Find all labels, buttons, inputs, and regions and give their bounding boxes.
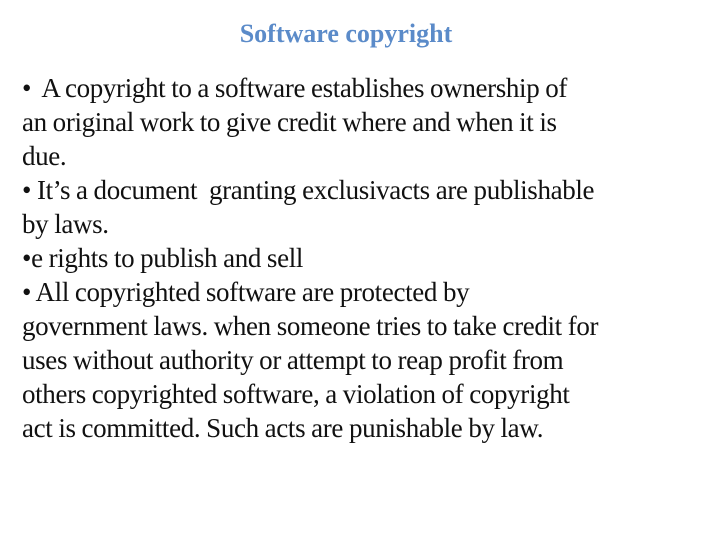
bullet-1-line-1: • A copyright to a software establishes … bbox=[22, 73, 568, 103]
bullet-1-line-2: an original work to give credit where an… bbox=[22, 107, 557, 137]
slide-title: Software copyright bbox=[239, 19, 453, 48]
slide: Software copyright • A copyright to a so… bbox=[0, 0, 720, 540]
bullet-4-line-1: • All copyrighted software are protected… bbox=[22, 277, 470, 307]
bullet-4-line-5: act is committed. Such acts are punishab… bbox=[22, 413, 544, 443]
bullet-4-line-4: others copyrighted software, a violation… bbox=[22, 379, 570, 409]
bullet-2-line-2: by laws. bbox=[22, 209, 109, 239]
bullet-2-line-1: • It’s a document granting exclusivacts … bbox=[22, 175, 595, 205]
bullet-3-line-1: •e rights to publish and sell bbox=[22, 243, 304, 273]
bullet-1-line-3: due. bbox=[22, 141, 67, 171]
bullet-4-line-2: government laws. when someone tries to t… bbox=[22, 311, 599, 341]
bullet-4-line-3: uses without authority or attempt to rea… bbox=[22, 345, 564, 375]
slide-body: • A copyright to a software establishes … bbox=[22, 71, 702, 445]
